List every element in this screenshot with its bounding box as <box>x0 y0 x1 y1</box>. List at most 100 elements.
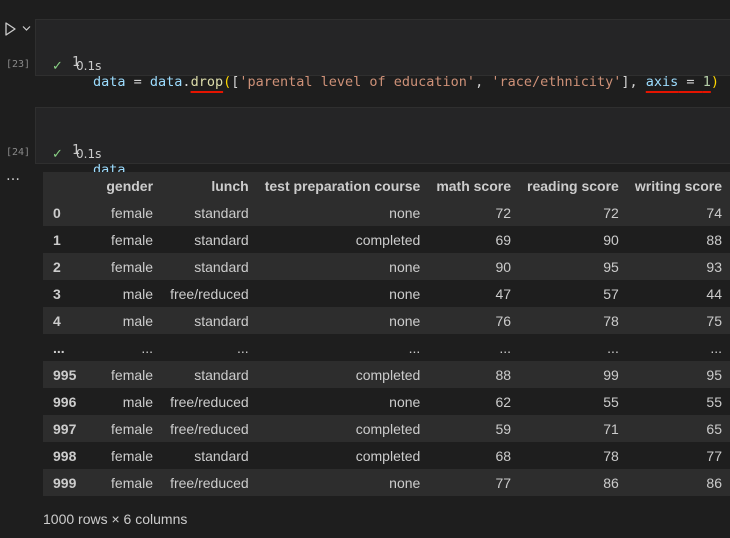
table-header-row: gender lunch test preparation course mat… <box>43 172 730 199</box>
lunch-cell: standard <box>194 204 249 221</box>
writing-score-cell: 86 <box>706 474 722 491</box>
writing-score-cell: 75 <box>706 312 722 329</box>
code-line[interactable]: 1 data = data.drop(['parental level of e… <box>36 32 719 90</box>
gender-cell: female <box>111 474 154 491</box>
lunch-cell: standard <box>194 231 249 248</box>
row-index: 3 <box>53 285 61 302</box>
test-preparation-course-cell: none <box>389 474 421 491</box>
writing-score-cell: 95 <box>706 366 722 383</box>
reading-score-cell: 78 <box>603 447 619 464</box>
reading-score-cell: 72 <box>603 204 619 221</box>
dataframe-shape: 1000 rows × 6 columns <box>43 511 188 527</box>
output-more-actions-icon[interactable]: … <box>6 169 21 183</box>
table-row: 2 female standard none 90 95 93 <box>43 253 730 280</box>
reading-score-cell: 78 <box>603 312 619 329</box>
chevron-down-icon[interactable] <box>22 25 31 32</box>
table-row: 1 female standard completed 69 90 88 <box>43 226 730 253</box>
row-index: 0 <box>53 204 61 221</box>
table-row: 999 female free/reduced none 77 86 86 <box>43 469 730 496</box>
code-cell[interactable]: 1 data = data.drop(['parental level of e… <box>35 19 730 90</box>
test-preparation-course-cell: none <box>389 285 421 302</box>
table-row: 3 male free/reduced none 47 57 44 <box>43 280 730 307</box>
execution-count: [24] <box>6 147 31 158</box>
gender-cell: male <box>122 312 154 329</box>
math-score-cell: 76 <box>495 312 512 329</box>
code-text[interactable]: data = data.drop(['parental level of edu… <box>93 72 719 92</box>
test-preparation-course-cell: completed <box>355 366 421 383</box>
code-token-warning[interactable]: 1 <box>703 74 711 90</box>
check-icon: ✓ <box>52 147 63 162</box>
execution-duration: 0.1s <box>76 59 102 73</box>
lunch-cell: free/reduced <box>170 285 249 302</box>
table-row: 997 female free/reduced completed 59 71 65 <box>43 415 730 442</box>
test-preparation-course-cell: completed <box>355 447 421 464</box>
table-body: 0 female standard none 72 72 74 1 female standard… <box>43 199 730 496</box>
gender-cell: male <box>122 393 154 410</box>
writing-score-cell: 65 <box>706 420 722 437</box>
row-index: 1 <box>53 231 61 248</box>
column-header-writing-score: writing score <box>634 177 722 194</box>
code-token-warning[interactable]: drop <box>191 74 224 90</box>
code-token: . <box>182 74 191 90</box>
code-token-warning[interactable]: axis <box>646 74 679 90</box>
gender-cell: female <box>111 231 154 248</box>
code-cell[interactable]: 1 data ✓ 0.1s <box>35 107 730 178</box>
code-token: 'parental level of education' <box>239 74 476 90</box>
gender-cell: male <box>122 285 154 302</box>
test-preparation-course-cell: none <box>389 393 421 410</box>
row-index: 998 <box>53 447 77 464</box>
math-score-cell: 72 <box>495 204 512 221</box>
writing-score-cell: ... <box>710 339 722 356</box>
code-token: , <box>475 74 492 90</box>
table-row: 996 male free/reduced none 62 55 55 <box>43 388 730 415</box>
math-score-cell: 47 <box>495 285 512 302</box>
code-token: = <box>125 74 150 90</box>
row-index: 999 <box>53 474 77 491</box>
code-token: data <box>93 74 126 90</box>
lunch-cell: free/reduced <box>170 393 249 410</box>
code-token: ( <box>223 74 232 90</box>
check-icon: ✓ <box>52 59 63 74</box>
row-index: ... <box>53 339 65 356</box>
gender-cell: female <box>111 258 154 275</box>
gender-cell: female <box>111 204 154 221</box>
gender-cell: ... <box>141 339 154 356</box>
code-line[interactable]: 1 data <box>36 120 126 178</box>
math-score-cell: ... <box>499 339 512 356</box>
reading-score-cell: 90 <box>603 231 619 248</box>
math-score-cell: 90 <box>495 258 512 275</box>
code-token: data <box>149 74 183 90</box>
test-preparation-course-cell: none <box>389 312 421 329</box>
row-index: 997 <box>53 420 77 437</box>
table-row: 0 female standard none 72 72 74 <box>43 199 730 226</box>
reading-score-cell: 95 <box>603 258 619 275</box>
lunch-cell: ... <box>237 339 249 356</box>
column-header-math-score: math score <box>436 177 512 194</box>
test-preparation-course-cell: ... <box>408 339 421 356</box>
code-token: ) <box>710 74 719 90</box>
code-token: 'race/ethnicity' <box>491 74 622 90</box>
writing-score-cell: 93 <box>706 258 722 275</box>
lunch-cell: free/reduced <box>170 474 249 491</box>
test-preparation-course-cell: completed <box>355 231 421 248</box>
reading-score-cell: 86 <box>603 474 619 491</box>
table-row: 995 female standard completed 88 99 95 <box>43 361 730 388</box>
row-index: 996 <box>53 393 77 410</box>
writing-score-cell: 77 <box>706 447 722 464</box>
math-score-cell: 77 <box>495 474 512 491</box>
execution-count: [23] <box>6 59 31 70</box>
lunch-cell: free/reduced <box>170 420 249 437</box>
gender-cell: female <box>111 447 154 464</box>
lunch-cell: standard <box>194 366 249 383</box>
run-cell-icon[interactable] <box>4 22 17 36</box>
notebook-page: 1 data = data.drop(['parental level of e… <box>0 0 730 538</box>
row-index: 2 <box>53 258 61 275</box>
column-header-test-preparation-course: test preparation course <box>264 177 421 194</box>
code-token-warning[interactable]: = <box>678 74 702 90</box>
column-header-gender: gender <box>106 177 154 194</box>
row-index: 995 <box>53 366 77 383</box>
writing-score-cell: 44 <box>706 285 722 302</box>
column-header-index <box>43 172 89 199</box>
lunch-cell: standard <box>194 312 249 329</box>
lunch-cell: standard <box>194 447 249 464</box>
